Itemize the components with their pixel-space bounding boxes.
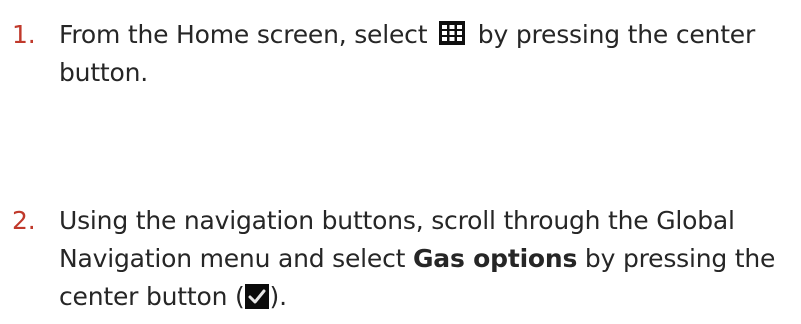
step-text-segment: ). (269, 282, 288, 311)
step-text: Using the navigation buttons, scroll thr… (59, 202, 799, 316)
step-text-segment: Navigation menu and select (59, 244, 413, 273)
grid-menu-icon (439, 21, 466, 45)
step-text-segment: From the Home screen, select (59, 20, 436, 49)
checkmark-icon (244, 284, 269, 309)
step-line: Using the navigation buttons, scroll thr… (59, 206, 735, 235)
step-number: 2. (12, 206, 36, 235)
step-line: Navigation menu and select Gas options b… (59, 240, 799, 278)
step-text-segment: by pressing the center (470, 20, 756, 49)
step-text-segment: by pressing the (577, 244, 776, 273)
step-text-segment: center button ( (59, 282, 245, 311)
step-line: button. (59, 58, 149, 87)
step-number: 1. (12, 20, 36, 49)
step-line: center button ( ). (59, 278, 799, 316)
gas-options-menu-label: Gas options (412, 244, 578, 273)
step-text: From the Home screen, select by pressing… (59, 16, 799, 92)
step-line: From the Home screen, select by pressing… (59, 16, 799, 54)
